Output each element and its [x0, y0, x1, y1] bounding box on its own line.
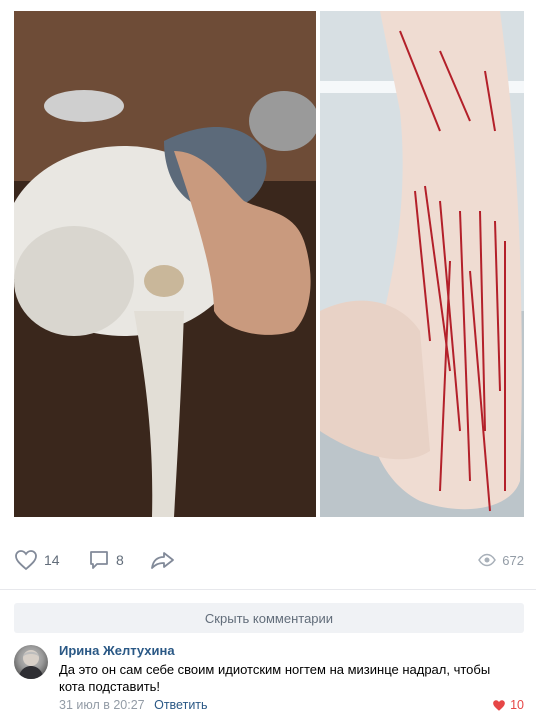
comment-button[interactable]: 8	[88, 543, 124, 577]
hide-comments-button[interactable]: Скрыть комментарии	[14, 603, 524, 633]
avatar[interactable]	[14, 645, 48, 679]
scratched-arm-photo-icon	[320, 11, 524, 517]
user-avatar-icon	[18, 650, 44, 679]
comment-count: 8	[116, 552, 124, 568]
comment-meta: 31 июл в 20:27 Ответить	[59, 698, 208, 712]
comment-text: Да это он сам себе своим идиотским ногте…	[59, 662, 491, 694]
comment-item: Ирина Желтухина Да это он сам себе своим…	[14, 643, 524, 723]
like-button[interactable]: 14	[14, 543, 60, 577]
comment-like-count: 10	[510, 698, 524, 712]
heart-filled-icon	[493, 699, 505, 711]
views-count: 672	[502, 552, 524, 568]
divider	[0, 589, 536, 590]
cat-photo-icon	[14, 11, 316, 517]
post-photos	[14, 11, 524, 517]
eye-icon	[478, 553, 497, 567]
post-actions: 14 8 672	[14, 543, 524, 577]
share-arrow-icon	[151, 552, 174, 569]
heart-icon	[15, 550, 37, 571]
comment-like-button[interactable]: 10	[492, 698, 524, 712]
cat-photo[interactable]	[14, 11, 316, 517]
reply-link[interactable]: Ответить	[154, 698, 207, 712]
views-counter: 672	[478, 543, 524, 577]
comment-date[interactable]: 31 июл в 20:27	[59, 698, 145, 712]
scratched-arm-photo[interactable]	[320, 11, 524, 517]
share-button[interactable]	[150, 543, 176, 577]
like-count: 14	[44, 552, 60, 568]
comment-author[interactable]: Ирина Желтухина	[59, 643, 175, 658]
comment-icon	[90, 551, 108, 569]
